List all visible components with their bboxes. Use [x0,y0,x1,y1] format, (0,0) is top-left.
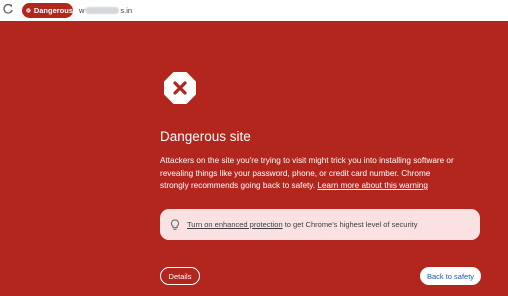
dangerous-site-interstitial: Dangerous site Attackers on the site you… [0,21,508,296]
learn-more-link[interactable]: Learn more about this warning [317,181,428,190]
enhanced-protection-text: Turn on enhanced protection to get Chrom… [187,220,417,229]
warning-octagon-x-icon [164,72,196,104]
details-button[interactable]: Details [160,267,200,285]
enhanced-protection-suffix: to get Chrome's highest level of securit… [282,220,418,229]
security-status-chip[interactable]: Dangerous [22,3,73,18]
back-to-safety-button[interactable]: Back to safety [420,267,481,285]
browser-toolbar: Dangerous w s.in [0,0,508,21]
url-prefix: w [79,5,85,15]
url-redacted-segment [85,6,120,14]
address-bar-url[interactable]: w s.in [79,4,132,16]
warning-description: Attackers on the site you're trying to v… [160,155,460,193]
lightbulb-icon [171,218,179,230]
danger-x-icon [26,8,31,13]
page-title: Dangerous site [160,129,251,144]
enhanced-protection-banner: Turn on enhanced protection to get Chrom… [160,209,480,240]
enhanced-protection-link[interactable]: Turn on enhanced protection [187,220,283,229]
url-suffix: s.in [120,5,133,15]
security-chip-label: Dangerous [33,6,73,15]
reload-icon[interactable] [2,3,14,15]
